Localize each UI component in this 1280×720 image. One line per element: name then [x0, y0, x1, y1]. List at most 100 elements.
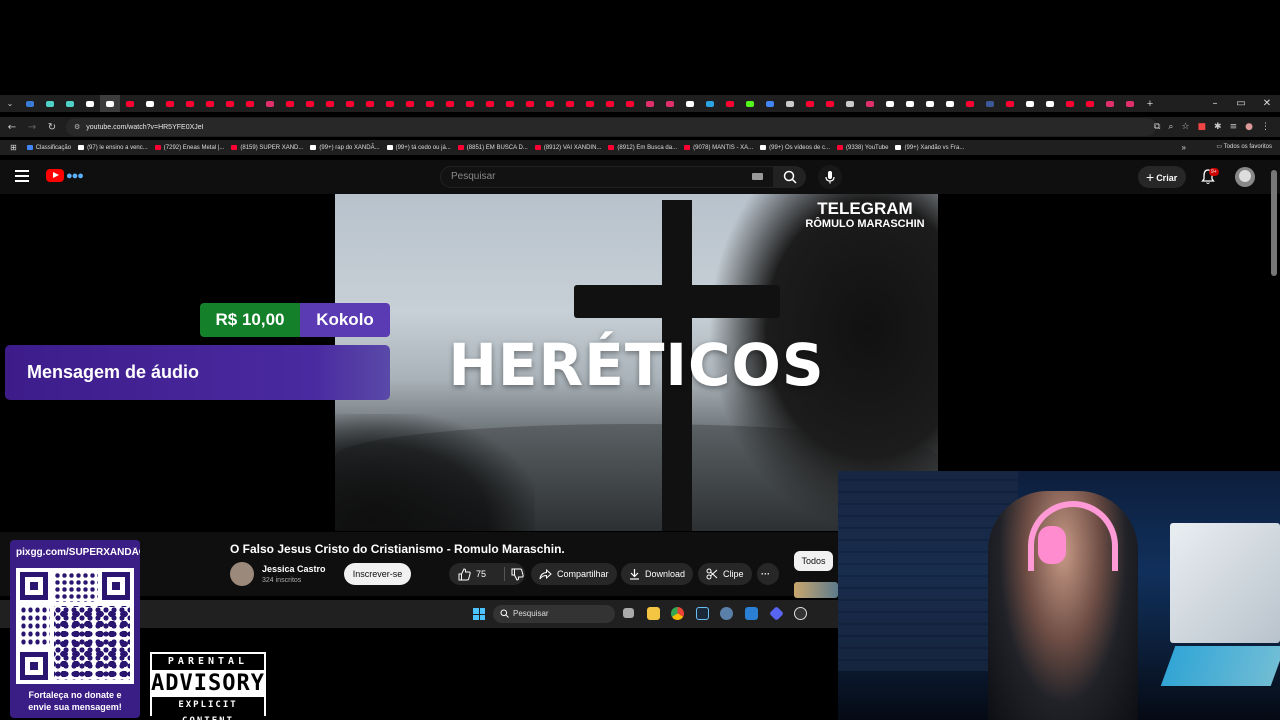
- browser-tab[interactable]: [620, 95, 640, 112]
- browser-tab[interactable]: [520, 95, 540, 112]
- create-button[interactable]: + Criar: [1138, 166, 1186, 188]
- more-actions-button[interactable]: ···: [757, 563, 779, 585]
- clip-button[interactable]: Clipe: [698, 563, 752, 585]
- steam-icon[interactable]: [696, 607, 709, 620]
- keyboard-icon[interactable]: [752, 173, 763, 180]
- back-icon[interactable]: ←: [2, 122, 22, 133]
- browser-tab[interactable]: [1060, 95, 1080, 112]
- close-window-button[interactable]: ✕: [1254, 95, 1280, 112]
- menu-icon[interactable]: [15, 170, 29, 182]
- app-icon-purple[interactable]: [769, 606, 784, 621]
- browser-tab[interactable]: [820, 95, 840, 112]
- download-button[interactable]: Download: [621, 563, 694, 585]
- bookmark-item[interactable]: (8912) VAI XANDIN...: [534, 145, 601, 151]
- bookmark-item[interactable]: (9338) YouTube: [837, 145, 888, 151]
- browser-tab[interactable]: [960, 95, 980, 112]
- browser-tab[interactable]: [340, 95, 360, 112]
- browser-tab[interactable]: [640, 95, 660, 112]
- browser-tab[interactable]: [720, 95, 740, 112]
- dislike-button[interactable]: [504, 567, 524, 581]
- reload-icon[interactable]: ↻: [42, 122, 62, 133]
- browser-tab[interactable]: [300, 95, 320, 112]
- site-info-icon[interactable]: ⚙: [74, 123, 80, 131]
- taskbar-search[interactable]: Pesquisar: [493, 605, 615, 623]
- url-field[interactable]: ⚙ youtube.com/watch?v=HR5YFE0XJeI: [66, 118, 1156, 136]
- search-button[interactable]: [774, 166, 806, 188]
- app-icon-red-dot[interactable]: [794, 607, 807, 620]
- bookmark-item[interactable]: (99+) Os vídeos de c...: [760, 145, 830, 151]
- settings-icon[interactable]: [720, 607, 733, 620]
- channel-avatar[interactable]: [230, 562, 254, 586]
- browser-tab[interactable]: [420, 95, 440, 112]
- youtube-logo[interactable]: [46, 169, 64, 182]
- bookmark-item[interactable]: (99+) Xandão vs Fra...: [895, 145, 964, 151]
- browser-tab[interactable]: [180, 95, 200, 112]
- browser-tab[interactable]: [940, 95, 960, 112]
- file-explorer-icon[interactable]: [647, 607, 660, 620]
- browser-menu-icon[interactable]: ⋮: [1261, 122, 1270, 132]
- browser-tab[interactable]: [280, 95, 300, 112]
- bookmark-item[interactable]: (99+) rap do XANDÃ...: [310, 145, 380, 151]
- browser-tab[interactable]: [700, 95, 720, 112]
- extension-red-icon[interactable]: ■: [1198, 122, 1207, 132]
- browser-tab[interactable]: [760, 95, 780, 112]
- browser-tab[interactable]: [140, 95, 160, 112]
- browser-tab[interactable]: [660, 95, 680, 112]
- browser-tab[interactable]: [680, 95, 700, 112]
- share-button[interactable]: Compartilhar: [531, 563, 617, 585]
- browser-tab[interactable]: [540, 95, 560, 112]
- forward-icon[interactable]: →: [22, 122, 42, 133]
- channel-name[interactable]: Jessica Castro: [262, 564, 326, 574]
- browser-tab[interactable]: [80, 95, 100, 112]
- browser-tab[interactable]: [380, 95, 400, 112]
- all-bookmarks-folder[interactable]: ▭ Todos os favoritos: [1216, 140, 1272, 155]
- media-icon[interactable]: ≡: [1230, 122, 1238, 132]
- browser-tab[interactable]: [400, 95, 420, 112]
- browser-tab[interactable]: [880, 95, 900, 112]
- tab-search-dropdown[interactable]: ⌄: [0, 95, 20, 112]
- bookmark-item[interactable]: (97) le ensino a venc...: [78, 145, 148, 151]
- new-tab-button[interactable]: +: [1140, 95, 1160, 112]
- browser-tab[interactable]: [800, 95, 820, 112]
- browser-tab[interactable]: [160, 95, 180, 112]
- subscribe-button[interactable]: Inscrever-se: [344, 563, 411, 585]
- bookmarks-more[interactable]: »: [1182, 143, 1186, 152]
- bookmark-item[interactable]: (7292) Eneas Metal |...: [154, 145, 224, 151]
- task-view-icon[interactable]: [623, 608, 634, 618]
- bookmark-item[interactable]: (8851) EM BUSCA D...: [457, 145, 528, 151]
- doodle-logo[interactable]: ●●●: [66, 170, 84, 182]
- browser-tab[interactable]: [360, 95, 380, 112]
- browser-tab[interactable]: [1000, 95, 1020, 112]
- bookmark-item[interactable]: (8159) SUPER XAND...: [231, 145, 303, 151]
- browser-tab[interactable]: [1040, 95, 1060, 112]
- browser-tab[interactable]: [1080, 95, 1100, 112]
- app-icon-blue[interactable]: [745, 607, 758, 620]
- maximize-button[interactable]: ▭: [1228, 95, 1254, 112]
- browser-tab[interactable]: [1120, 95, 1140, 112]
- browser-tab[interactable]: [480, 95, 500, 112]
- recommended-thumbnail[interactable]: [794, 582, 838, 598]
- bookmark-item[interactable]: Classificação: [26, 145, 71, 151]
- browser-tab[interactable]: [600, 95, 620, 112]
- apps-grid-icon[interactable]: ⊞: [10, 143, 17, 152]
- search-input[interactable]: Pesquisar: [440, 166, 774, 188]
- filter-chip-all[interactable]: Todos: [794, 551, 833, 571]
- browser-tab[interactable]: [1100, 95, 1120, 112]
- chrome-icon[interactable]: [671, 607, 684, 620]
- browser-tab[interactable]: [840, 95, 860, 112]
- bookmark-item[interactable]: (99+) tá cedo ou já...: [386, 145, 451, 151]
- browser-tab[interactable]: [200, 95, 220, 112]
- install-icon[interactable]: ⧉: [1154, 122, 1160, 132]
- browser-tab[interactable]: [1020, 95, 1040, 112]
- bookmark-item[interactable]: (9078) MANTIS - XA...: [684, 145, 753, 151]
- start-button[interactable]: [473, 608, 485, 620]
- browser-tab[interactable]: [260, 95, 280, 112]
- browser-tab[interactable]: [100, 95, 120, 112]
- browser-tab[interactable]: [60, 95, 80, 112]
- extensions-icon[interactable]: ✱: [1214, 122, 1222, 132]
- account-avatar[interactable]: [1235, 167, 1255, 187]
- profile-icon[interactable]: ●: [1245, 122, 1253, 132]
- browser-tab[interactable]: [240, 95, 260, 112]
- browser-tab[interactable]: [460, 95, 480, 112]
- zoom-icon[interactable]: ⌕: [1168, 122, 1173, 132]
